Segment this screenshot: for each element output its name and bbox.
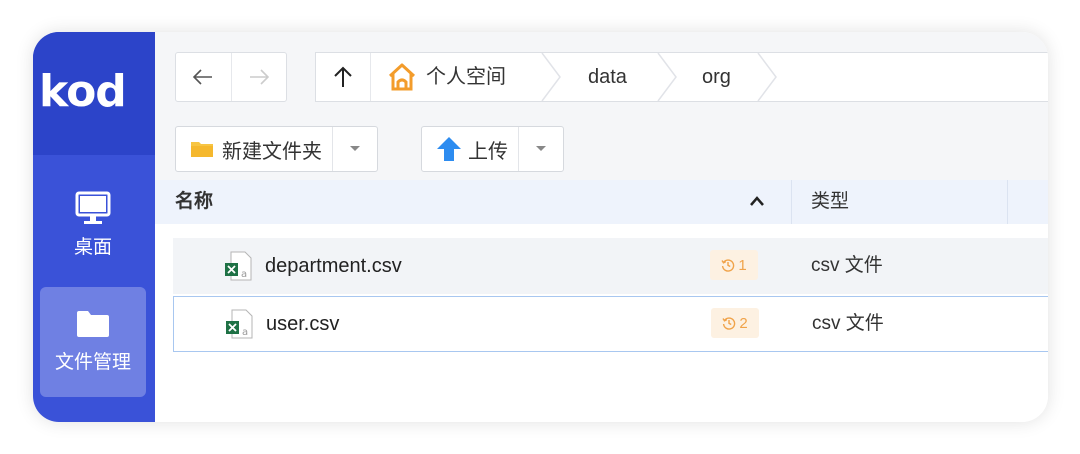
breadcrumb-item-data[interactable]: data — [588, 53, 627, 101]
svg-text:a: a — [241, 269, 247, 280]
column-divider[interactable] — [1007, 180, 1008, 224]
upload-dropdown[interactable] — [518, 127, 563, 171]
upload-label: 上传 — [468, 140, 508, 163]
breadcrumb: 个人空间 data org — [315, 52, 1048, 102]
folder-icon — [77, 311, 109, 337]
sidebar-item-label: 文件管理 — [54, 352, 131, 373]
forward-button[interactable] — [230, 53, 287, 101]
column-divider[interactable] — [791, 180, 792, 224]
breadcrumb-separator — [757, 53, 777, 101]
toolbar: 新建文件夹 上传 — [155, 120, 1048, 180]
sidebar: kod 桌面 文件管理 — [33, 32, 155, 422]
history-icon — [722, 317, 736, 330]
logo-area: kod — [33, 32, 155, 155]
history-badge[interactable]: 2 — [711, 308, 759, 338]
column-header-name[interactable]: 名称 — [175, 180, 213, 224]
upload-icon — [437, 137, 461, 161]
address-bar: 个人空间 data org — [155, 32, 1048, 120]
excel-file-icon: a — [226, 309, 253, 339]
history-nav — [175, 52, 287, 102]
file-type: csv 文件 — [812, 313, 884, 334]
upload-button-group: 上传 — [421, 126, 564, 172]
new-folder-button[interactable]: 新建文件夹 — [176, 127, 332, 171]
breadcrumb-item-org[interactable]: org — [702, 53, 731, 101]
home-icon — [388, 63, 416, 91]
app-window: kod 桌面 文件管理 个人空间 data org 新建文件夹 上传 名称 类型… — [33, 32, 1048, 422]
breadcrumb-separator — [657, 53, 677, 101]
history-icon — [721, 259, 735, 272]
sidebar-item-label: 桌面 — [73, 237, 112, 258]
new-folder-button-group: 新建文件夹 — [175, 126, 378, 172]
breadcrumb-separator — [541, 53, 561, 101]
history-count: 2 — [739, 314, 748, 332]
history-badge[interactable]: 1 — [710, 250, 758, 280]
sidebar-item-desktop[interactable]: 桌面 — [40, 182, 146, 272]
caret-down-icon — [536, 146, 546, 151]
file-type: csv 文件 — [811, 255, 883, 276]
file-row-selected[interactable]: a user.csv 2 csv 文件 — [173, 296, 1048, 352]
arrow-left-icon — [193, 69, 213, 85]
arrow-right-icon — [249, 69, 269, 85]
svg-text:a: a — [242, 327, 248, 338]
arrow-up-icon — [334, 66, 352, 87]
history-count: 1 — [738, 256, 747, 274]
up-button[interactable] — [316, 53, 371, 101]
sidebar-item-file-manager[interactable]: 文件管理 — [40, 287, 146, 397]
new-folder-dropdown[interactable] — [332, 127, 377, 171]
back-button[interactable] — [176, 53, 231, 101]
new-folder-label: 新建文件夹 — [222, 140, 322, 163]
file-row[interactable]: a department.csv 1 csv 文件 — [173, 238, 1048, 294]
file-list-header: 名称 类型 — [155, 180, 1048, 224]
caret-down-icon — [350, 146, 360, 151]
monitor-icon — [75, 191, 111, 224]
file-name[interactable]: department.csv — [265, 238, 402, 294]
excel-file-icon: a — [225, 251, 252, 281]
sort-ascending-icon[interactable] — [749, 194, 765, 208]
app-logo[interactable]: kod — [39, 66, 127, 117]
file-name[interactable]: user.csv — [266, 297, 339, 351]
breadcrumb-item-personal-space[interactable]: 个人空间 — [426, 53, 506, 101]
column-header-type[interactable]: 类型 — [811, 180, 849, 224]
folder-icon — [191, 142, 213, 157]
upload-button[interactable]: 上传 — [422, 127, 518, 171]
main-panel: 个人空间 data org 新建文件夹 上传 名称 类型 a departmen… — [155, 32, 1048, 422]
